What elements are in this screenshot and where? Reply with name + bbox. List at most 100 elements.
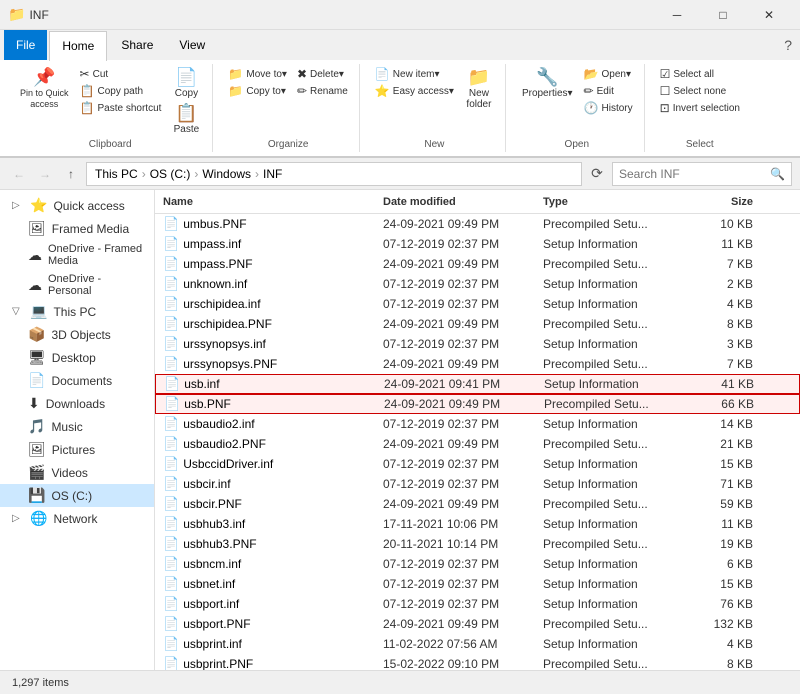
table-row[interactable]: 📄 UsbccidDriver.inf 07-12-2019 02:37 PM … [155,454,800,474]
search-input[interactable] [619,167,766,181]
sidebar-item-network[interactable]: ▷ 🌐 Network [0,507,154,530]
file-type: Setup Information [543,597,673,611]
organize-label: Organize [268,139,309,150]
sidebar-item-framed-media[interactable]: 🖼 Framed Media [0,217,154,240]
minimize-button[interactable]: ─ [654,0,700,30]
sidebar-item-label: Music [51,420,82,434]
copy-button[interactable]: 📄 Copy [168,66,204,101]
up-button[interactable]: ↑ [60,163,82,185]
open-icon: 📂 [584,67,599,81]
table-row[interactable]: 📄 usb.inf 24-09-2021 09:41 PM Setup Info… [155,374,800,394]
sidebar-item-3d-objects[interactable]: 📦 3D Objects [0,323,154,346]
table-row[interactable]: 📄 umbus.PNF 24-09-2021 09:49 PM Precompi… [155,214,800,234]
sidebar-item-downloads[interactable]: ⬇ Downloads [0,392,154,415]
paste-button[interactable]: 📋 Paste [168,102,204,137]
table-row[interactable]: 📄 usbnet.inf 07-12-2019 02:37 PM Setup I… [155,574,800,594]
table-row[interactable]: 📄 usb.PNF 24-09-2021 09:49 PM Precompile… [155,394,800,414]
table-row[interactable]: 📄 usbncm.inf 07-12-2019 02:37 PM Setup I… [155,554,800,574]
easy-access-button[interactable]: ⭐ Easy access▾ [372,83,457,99]
move-icon: 📁 [228,67,243,81]
file-name: usbhub3.PNF [183,537,256,551]
copy-path-button[interactable]: 📋 Copy path [77,83,165,99]
col-header-type[interactable]: Type [543,196,673,208]
file-date: 24-09-2021 09:49 PM [383,257,543,271]
select-all-button[interactable]: ☑ Select all [657,66,743,82]
pin-quick-access-button[interactable]: 📌 Pin to Quickaccess [16,66,73,112]
col-header-size[interactable]: Size [673,196,753,208]
sidebar-item-music[interactable]: 🎵 Music [0,415,154,438]
move-to-button[interactable]: 📁 Move to▾ [225,66,290,82]
file-type: Precompiled Setu... [543,437,673,451]
path-this-pc[interactable]: This PC [95,167,138,181]
file-size: 15 KB [673,457,753,471]
file-icon: 📄 [163,516,179,532]
sidebar-item-this-pc[interactable]: ▽ 💻 This PC [0,300,154,323]
videos-icon: 🎬 [28,464,45,481]
rename-button[interactable]: ✏ Rename [294,83,351,99]
table-row[interactable]: 📄 usbprint.PNF 15-02-2022 09:10 PM Preco… [155,654,800,670]
tab-home[interactable]: Home [49,31,107,61]
refresh-button[interactable]: ⟳ [586,163,608,185]
new-folder-button[interactable]: 📁 Newfolder [461,66,497,112]
table-row[interactable]: 📄 urschipidea.inf 07-12-2019 02:37 PM Se… [155,294,800,314]
ribbon-content: 📌 Pin to Quickaccess ✂ Cut 📋 Copy path 📋… [0,60,800,157]
search-box[interactable]: 🔍 [612,162,792,186]
cut-button[interactable]: ✂ Cut [77,66,165,82]
paste-shortcut-button[interactable]: 📋 Paste shortcut [77,100,165,116]
delete-button[interactable]: ✖ Delete▾ [294,66,351,82]
invert-selection-button[interactable]: ⊡ Invert selection [657,100,743,116]
table-row[interactable]: 📄 usbaudio2.PNF 24-09-2021 09:49 PM Prec… [155,434,800,454]
new-item-button[interactable]: 📄 New item▾ [372,66,457,82]
file-name: usbprint.PNF [183,657,253,670]
path-os-c[interactable]: OS (C:) [150,167,191,181]
table-row[interactable]: 📄 urssynopsys.inf 07-12-2019 02:37 PM Se… [155,334,800,354]
sidebar-item-os-c[interactable]: 💾 OS (C:) [0,484,154,507]
path-windows[interactable]: Windows [202,167,251,181]
sidebar-item-onedrive-personal[interactable]: ☁ OneDrive - Personal [0,270,154,300]
file-size: 8 KB [673,657,753,670]
table-row[interactable]: 📄 urssynopsys.PNF 24-09-2021 09:49 PM Pr… [155,354,800,374]
table-row[interactable]: 📄 umpass.PNF 24-09-2021 09:49 PM Precomp… [155,254,800,274]
file-size: 11 KB [673,517,753,531]
file-size: 76 KB [673,597,753,611]
maximize-button[interactable]: □ [700,0,746,30]
path-sep-3: › [255,167,259,181]
sidebar-item-onedrive-framed[interactable]: ☁ OneDrive - Framed Media [0,240,154,270]
open-button[interactable]: 📂 Open▾ [581,66,636,82]
table-row[interactable]: 📄 usbprint.inf 11-02-2022 07:56 AM Setup… [155,634,800,654]
sidebar-item-quick-access[interactable]: ▷ ⭐ Quick access [0,194,154,217]
table-row[interactable]: 📄 umpass.inf 07-12-2019 02:37 PM Setup I… [155,234,800,254]
tab-share[interactable]: Share [109,30,165,60]
col-header-name[interactable]: Name [163,196,383,208]
table-row[interactable]: 📄 usbaudio2.inf 07-12-2019 02:37 PM Setu… [155,414,800,434]
sidebar-item-documents[interactable]: 📄 Documents [0,369,154,392]
tab-view[interactable]: View [167,30,217,60]
sidebar-item-desktop[interactable]: 🖥 Desktop [0,346,154,369]
address-path[interactable]: This PC › OS (C:) › Windows › INF [86,162,582,186]
table-row[interactable]: 📄 usbport.PNF 24-09-2021 09:49 PM Precom… [155,614,800,634]
table-row[interactable]: 📄 usbhub3.inf 17-11-2021 10:06 PM Setup … [155,514,800,534]
history-button[interactable]: 🕐 History [581,100,636,116]
title-bar-controls: ─ □ ✕ [654,0,792,30]
path-inf[interactable]: INF [263,167,282,181]
properties-button[interactable]: 🔧 Properties▾ [518,66,577,101]
table-row[interactable]: 📄 usbport.inf 07-12-2019 02:37 PM Setup … [155,594,800,614]
table-row[interactable]: 📄 usbcir.PNF 24-09-2021 09:49 PM Precomp… [155,494,800,514]
table-row[interactable]: 📄 usbcir.inf 07-12-2019 02:37 PM Setup I… [155,474,800,494]
close-button[interactable]: ✕ [746,0,792,30]
sidebar-item-pictures[interactable]: 🖼 Pictures [0,438,154,461]
tab-file[interactable]: File [4,30,47,60]
copy-to-button[interactable]: 📁 Copy to▾ [225,83,290,99]
sidebar-item-videos[interactable]: 🎬 Videos [0,461,154,484]
forward-button[interactable]: → [34,163,56,185]
file-size: 14 KB [673,417,753,431]
file-date: 07-12-2019 02:37 PM [383,297,543,311]
back-button[interactable]: ← [8,163,30,185]
edit-button[interactable]: ✏ Edit [581,83,636,99]
table-row[interactable]: 📄 urschipidea.PNF 24-09-2021 09:49 PM Pr… [155,314,800,334]
table-row[interactable]: 📄 usbhub3.PNF 20-11-2021 10:14 PM Precom… [155,534,800,554]
help-icon[interactable]: ? [784,37,792,53]
select-none-button[interactable]: ☐ Select none [657,83,743,99]
col-header-date[interactable]: Date modified [383,196,543,208]
table-row[interactable]: 📄 unknown.inf 07-12-2019 02:37 PM Setup … [155,274,800,294]
